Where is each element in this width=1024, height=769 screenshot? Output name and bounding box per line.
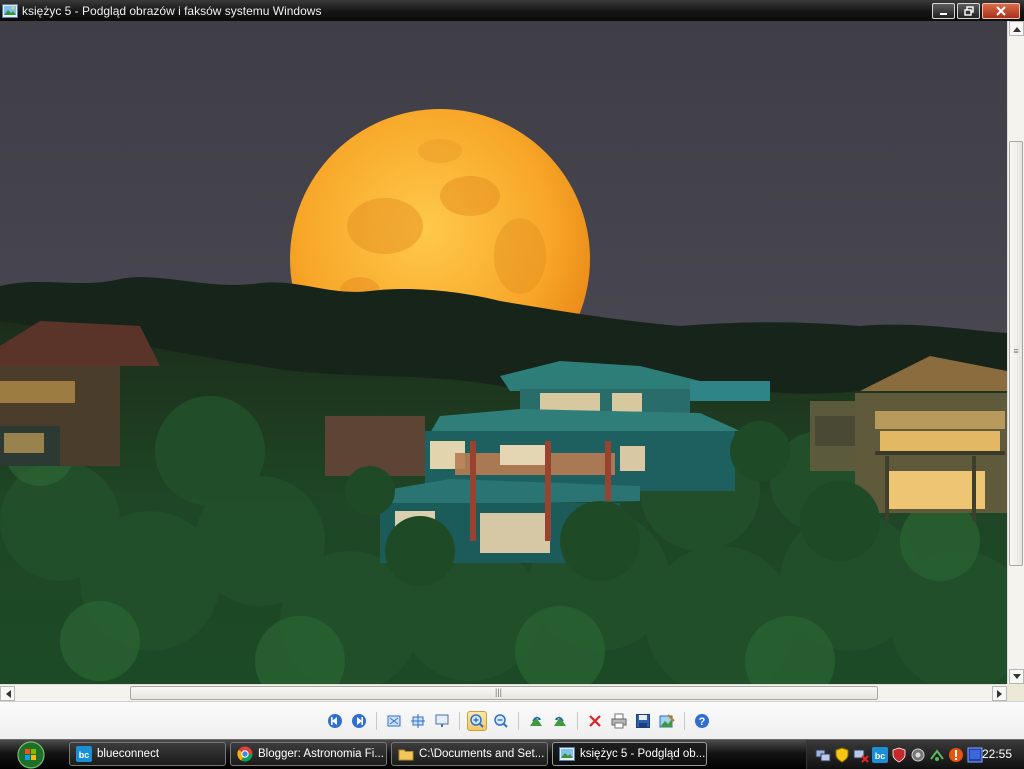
zoom-out-button[interactable] [491,711,511,731]
scroll-down-button[interactable] [1009,669,1024,684]
toolbar-separator [518,712,519,730]
task-label: Blogger: Astronomia Fi... [258,748,384,760]
blueconnect-icon: bc [76,746,92,762]
blueconnect-tray-icon[interactable]: bc [872,746,888,763]
best-fit-icon [387,715,401,727]
rotate-clockwise-button[interactable] [526,711,546,731]
actual-size-icon [411,714,425,728]
minimize-icon [939,13,947,15]
zoom-out-icon [494,714,508,728]
zoom-in-icon [470,714,484,728]
scroll-up-button[interactable] [1009,21,1024,36]
taskbar: bc blueconnect Blogger: Astronomia Fi...… [0,739,1024,769]
next-icon [352,714,366,728]
svg-text:bc: bc [875,751,886,761]
rotate-cw-icon [530,716,542,726]
folder-icon [398,749,414,761]
task-label: blueconnect [97,748,160,760]
help-icon: ? [695,714,709,728]
slideshow-icon [435,714,449,727]
task-label: księżyc 5 - Podgląd ob... [580,748,706,760]
actual-size-button[interactable] [408,711,428,731]
save-icon [636,714,650,728]
vertical-thumb-grip: ≡ [1013,346,1019,356]
restore-icon [963,6,974,16]
arrow-down-icon [1012,673,1021,679]
delete-button[interactable] [585,711,605,731]
title-bar[interactable]: księżyc 5 - Podgląd obrazów i faksów sys… [0,0,1024,21]
toolbar-separator [459,712,460,730]
vertical-scroll-thumb[interactable]: ≡ [1009,141,1023,566]
moonrise-photo [0,21,1007,684]
previous-icon [328,714,342,728]
system-tray: bc 22:55 [806,740,1024,769]
rotate-counterclockwise-button[interactable] [550,711,570,731]
network-disconnected-icon[interactable] [853,747,869,763]
delete-icon [589,715,601,727]
open-for-editing-button[interactable] [657,711,677,731]
edit-icon [659,714,675,728]
clock[interactable]: 22:55 [982,747,1012,761]
start-button[interactable] [2,740,60,769]
window-title: księżyc 5 - Podgląd obrazów i faksów sys… [22,3,322,18]
taskbar-button-image-viewer[interactable]: księżyc 5 - Podgląd ob... [552,742,707,766]
horizontal-scrollbar[interactable]: ||| [0,684,1007,702]
antivirus-icon[interactable] [891,747,907,763]
previous-image-button[interactable] [325,711,345,731]
slideshow-button[interactable] [432,711,452,731]
scroll-left-button[interactable] [0,686,15,701]
monitor-icon[interactable] [967,747,983,763]
taskbar-button-blueconnect[interactable]: bc blueconnect [69,742,226,766]
svg-text:bc: bc [79,750,90,760]
toolbar-separator [684,712,685,730]
network-icon[interactable] [815,747,831,763]
svg-text:?: ? [699,716,706,728]
restore-button[interactable] [957,3,980,19]
taskbar-button-blogger[interactable]: Blogger: Astronomia Fi... [230,742,387,766]
arrow-up-icon [1012,26,1021,32]
scroll-right-button[interactable] [992,686,1007,701]
sound-icon[interactable] [910,747,926,763]
image-viewer-icon [559,747,575,761]
help-button[interactable]: ? [692,711,712,731]
toolbar-separator [376,712,377,730]
task-label: C:\Documents and Set... [419,748,545,760]
close-button[interactable] [982,3,1020,19]
chrome-icon [237,746,253,762]
save-button[interactable] [633,711,653,731]
print-button[interactable] [609,711,629,731]
viewer-toolbar: ? [0,701,1024,740]
best-fit-button[interactable] [384,711,404,731]
arrow-right-icon [996,689,1002,698]
horizontal-scroll-thumb[interactable]: ||| [130,686,878,700]
taskbar-button-explorer[interactable]: C:\Documents and Set... [391,742,548,766]
security-shield-icon[interactable] [834,746,850,763]
print-icon [611,713,627,729]
alert-icon[interactable] [948,747,964,763]
arrow-left-icon [5,689,11,698]
wifi-icon[interactable] [929,747,945,763]
windows-orb-icon [17,740,45,769]
zoom-in-button[interactable] [467,711,487,731]
next-image-button[interactable] [349,711,369,731]
rotate-ccw-icon [554,716,566,726]
close-icon [996,6,1006,16]
horizontal-thumb-grip: ||| [495,687,503,697]
scrollbar-corner [1007,684,1024,701]
minimize-button[interactable] [932,3,955,19]
image-viewer-icon [2,3,18,18]
image-canvas[interactable] [0,21,1007,684]
toolbar-separator [577,712,578,730]
vertical-scrollbar[interactable]: ≡ [1007,21,1024,684]
